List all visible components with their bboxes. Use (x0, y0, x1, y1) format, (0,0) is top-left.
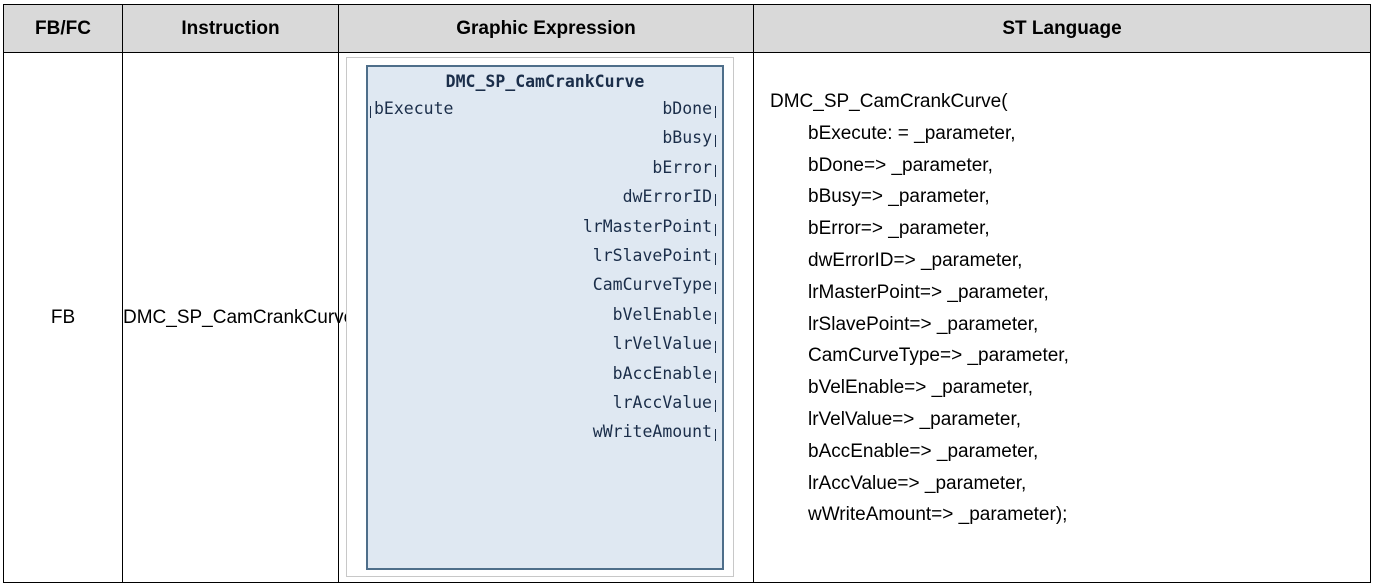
st-code-line: lrVelValue=> _parameter, (808, 408, 1022, 430)
fb-output-pin: CamCurveType (593, 275, 716, 295)
fb-output-pin: bError (652, 158, 716, 178)
fb-output-pin: wWriteAmount (593, 422, 716, 442)
fb-output-pin: lrSlavePoint (593, 246, 716, 266)
pin-connector (715, 282, 716, 295)
cell-graphic-expression: DMC_SP_CamCrankCurve bExecute bDone bBusy b… (338, 52, 754, 583)
st-code-line: bVelEnable=> _parameter, (808, 377, 1034, 399)
fb-output-pin: lrAccValue (613, 393, 716, 413)
cell-instruction-name: DMC_SP_CamCrankCurve (122, 52, 354, 583)
fb-output-pin: bDone (662, 99, 716, 119)
fb-output-pin: bVelEnable (613, 305, 716, 325)
header-graphic-expression: Graphic Expression (338, 4, 754, 53)
pin-connector (715, 164, 716, 177)
fb-input-pin: bExecute (370, 99, 453, 119)
pin-connector (715, 106, 716, 118)
st-code-line: bExecute: = _parameter, (808, 122, 1016, 144)
st-code-block: DMC_SP_CamCrankCurve( bExecute: = _parame… (754, 53, 1370, 531)
table-row: FB DMC_SP_CamCrankCurve DMC_SP_CamCrankC… (3, 52, 1371, 583)
pin-connector (715, 341, 716, 354)
st-code-line: dwErrorID=> _parameter, (808, 249, 1023, 271)
st-code-line: DMC_SP_CamCrankCurve( (770, 91, 1008, 112)
st-code-line: bDone=> _parameter, (808, 154, 993, 176)
function-block: DMC_SP_CamCrankCurve bExecute bDone bBusy b… (366, 65, 724, 570)
header-fbfc: FB/FC (3, 4, 123, 53)
fb-output-pin: bAccEnable (613, 364, 716, 384)
fb-output-pin: dwErrorID (623, 187, 716, 207)
pin-connector (715, 223, 716, 236)
pin-connector (715, 311, 716, 324)
st-code-line: bBusy=> _parameter, (808, 186, 990, 208)
pin-connector (715, 135, 716, 148)
fb-output-pin: bBusy (662, 128, 716, 148)
cell-fb-type: FB (3, 52, 123, 583)
st-code-line: lrMasterPoint=> _parameter, (808, 281, 1049, 303)
pin-connector (370, 106, 371, 118)
st-code-line: lrAccValue=> _parameter, (808, 472, 1027, 494)
pin-connector (715, 253, 716, 265)
header-row: FB/FC Instruction Graphic Expression ST … (3, 4, 1371, 53)
st-code-line: lrSlavePoint=> _parameter, (808, 313, 1039, 335)
st-code-line: bAccEnable=> _parameter, (808, 440, 1039, 462)
fb-output-pin: lrVelValue (613, 334, 716, 354)
instruction-table: FB/FC Instruction Graphic Expression ST … (3, 4, 1371, 583)
fb-output-pin: lrMasterPoint (583, 217, 716, 237)
header-instruction: Instruction (122, 4, 339, 53)
st-code-line: wWriteAmount=> _parameter); (808, 504, 1068, 526)
st-code-line: CamCurveType=> _parameter, (808, 345, 1069, 367)
fb-title: DMC_SP_CamCrankCurve (445, 72, 645, 91)
st-code-line: bError=> _parameter, (808, 218, 990, 240)
cell-st-language: DMC_SP_CamCrankCurve( bExecute: = _parame… (753, 52, 1371, 583)
pin-connector (715, 429, 716, 442)
header-st-language: ST Language (753, 4, 1371, 53)
pin-connector (715, 194, 716, 207)
pin-connector (715, 400, 716, 412)
pin-connector (715, 370, 716, 383)
fb-diagram-frame: DMC_SP_CamCrankCurve bExecute bDone bBusy b… (346, 57, 734, 577)
